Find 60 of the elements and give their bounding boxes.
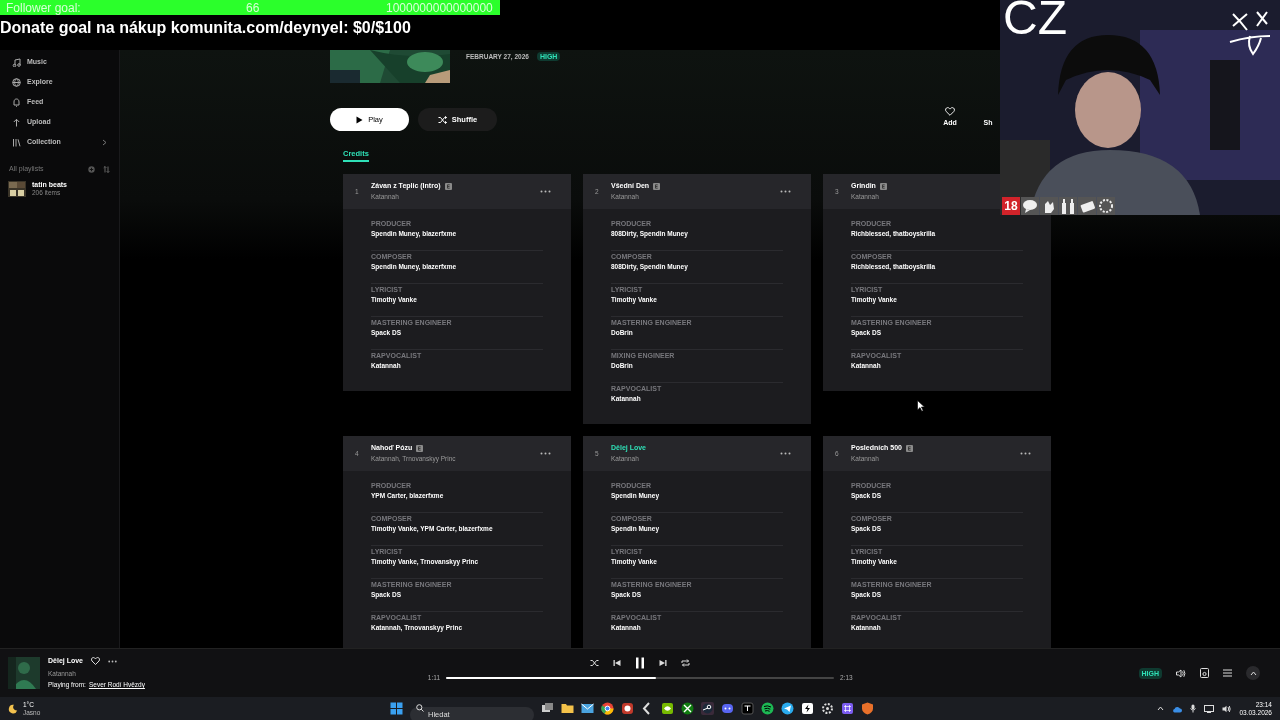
upload-icon [12,117,21,127]
windows-start-icon[interactable] [390,701,403,715]
library-icon [12,137,21,147]
shield-icon[interactable] [861,701,874,715]
terminal-icon[interactable] [741,701,754,715]
goal-target: 1000000000000000 [386,0,493,17]
next-icon[interactable] [659,659,667,667]
bell-icon [12,97,21,107]
music-note-icon [12,57,21,67]
repeat-icon[interactable] [681,659,690,667]
chat-icon[interactable] [721,701,734,715]
device-icon[interactable] [1200,668,1209,678]
globe-icon [12,77,21,87]
search-icon [416,704,424,712]
more-icon[interactable] [1020,452,1031,455]
music-app-icon[interactable] [761,701,774,715]
task-view-icon[interactable] [541,701,554,715]
expand-button[interactable] [1246,666,1260,680]
goal-label: Follower goal: [6,0,82,17]
channel-tag: CZ [1003,0,1067,42]
more-icon[interactable] [780,190,791,193]
queue-icon[interactable] [1223,669,1232,677]
microphone-icon[interactable] [1190,704,1197,713]
paper-plane-icon[interactable] [781,701,794,715]
add-icon[interactable] [88,165,95,173]
chevron-up-icon[interactable] [1157,706,1165,711]
game-icon[interactable] [661,701,674,715]
playlist-cover-icon [8,181,26,197]
heart-icon[interactable] [91,657,100,666]
mail-icon[interactable] [581,701,594,715]
more-icon[interactable] [108,659,117,663]
play-icon [356,115,364,124]
app-icon[interactable] [621,701,634,715]
more-icon[interactable] [540,452,551,455]
card-icon [1078,197,1096,215]
previous-icon[interactable] [613,659,621,667]
moon-icon [8,703,18,714]
donate-goal-text: Donate goal na nákup komunita.com/deynyel: $0/$100 [0,18,411,38]
rating-badge: 18 [1002,197,1020,215]
volume-icon[interactable] [1222,704,1232,713]
chevron-up-icon [1249,670,1257,676]
bottle-icon [1059,197,1077,215]
more-icon[interactable] [540,190,551,193]
grid-app-icon[interactable] [841,701,854,715]
shuffle-icon [437,115,447,124]
cloud-icon[interactable] [1172,704,1183,713]
volume-icon[interactable] [1176,668,1186,678]
album-cover-icon [8,657,40,689]
heart-icon [945,107,955,116]
cursor-icon [917,400,925,412]
shuffle-icon[interactable] [590,659,599,667]
pause-icon[interactable] [635,657,645,669]
browser-icon[interactable] [601,701,614,715]
more-icon[interactable] [780,452,791,455]
folder-icon[interactable] [561,701,574,715]
goal-current: 66 [246,0,261,17]
bolt-icon[interactable] [801,701,814,715]
network-icon[interactable] [1204,704,1215,713]
progress-bar[interactable] [446,676,834,679]
speech-bubble-icon [1021,197,1039,215]
